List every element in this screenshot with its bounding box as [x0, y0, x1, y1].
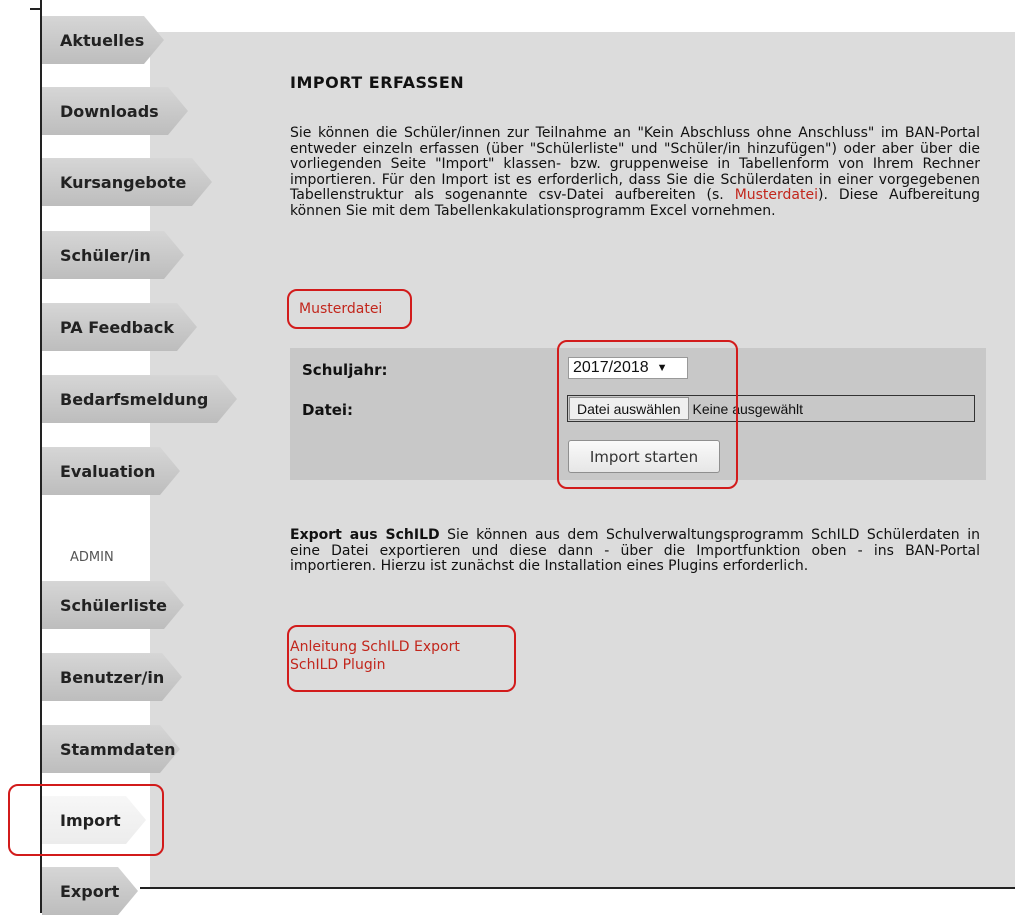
bottom-rule	[140, 887, 1015, 889]
intro-text: Sie können die Schüler/innen zur Teilnah…	[290, 125, 980, 220]
nav-tab-schuelerliste[interactable]: Schülerliste	[42, 581, 184, 629]
nav-tab-bedarfsmeldung[interactable]: Bedarfsmeldung	[42, 375, 237, 423]
dropdown-arrow-icon: ▼	[656, 362, 668, 374]
file-status-text: Keine ausgewählt	[692, 400, 804, 417]
nav-vertical-line	[40, 0, 42, 913]
nav-tab-import[interactable]: Import	[42, 796, 146, 844]
nav-tab-label: Benutzer/in	[60, 667, 165, 687]
nav-tab-label: Kursangebote	[60, 172, 187, 192]
nav-tab-aktuelles[interactable]: Aktuelles	[42, 16, 164, 64]
musterdatei-link[interactable]: Musterdatei	[299, 301, 382, 317]
nav-tab-kursangebote[interactable]: Kursangebote	[42, 158, 212, 206]
nav-tab-stammdaten[interactable]: Stammdaten	[42, 725, 180, 773]
schuljahr-select-value: 2017/2018	[573, 359, 649, 376]
schuljahr-select[interactable]: 2017/2018 ▼	[568, 357, 688, 379]
file-choose-button[interactable]: Datei auswählen	[569, 397, 689, 420]
import-start-button[interactable]: Import starten	[568, 440, 720, 473]
page-title: IMPORT ERFASSEN	[290, 73, 465, 92]
nav-tab-schueler-in[interactable]: Schüler/in	[42, 231, 184, 279]
nav-tab-label: PA Feedback	[60, 317, 175, 337]
nav-tick	[30, 8, 42, 10]
nav-tab-label: Bedarfsmeldung	[60, 389, 209, 409]
nav-tab-label: Evaluation	[60, 461, 156, 481]
intro-musterdatei-link[interactable]: Musterdatei	[735, 187, 818, 204]
admin-heading: ADMIN	[70, 550, 114, 565]
nav-tab-label: Import	[60, 810, 121, 830]
nav-tab-downloads[interactable]: Downloads	[42, 87, 188, 135]
nav-tab-pa-feedback[interactable]: PA Feedback	[42, 303, 197, 351]
nav-tab-label: Schülerliste	[60, 595, 168, 615]
nav-tab-benutzer-in[interactable]: Benutzer/in	[42, 653, 182, 701]
nav-tab-evaluation[interactable]: Evaluation	[42, 447, 180, 495]
export-info-text: Export aus SchILD Sie können aus dem Sch…	[290, 527, 980, 575]
nav-tab-label: Schüler/in	[60, 245, 151, 265]
nav-tab-export[interactable]: Export	[42, 867, 138, 915]
schild-links: Anleitung SchILD Export SchILD Plugin	[290, 638, 460, 674]
datei-file-input[interactable]: Datei auswählen Keine ausgewählt	[567, 395, 975, 422]
export-heading: Export aus SchILD	[290, 527, 440, 543]
nav-tab-label: Export	[60, 881, 120, 901]
nav-tab-label: Downloads	[60, 101, 159, 121]
anleitung-schild-export-link[interactable]: Anleitung SchILD Export	[290, 638, 460, 656]
schuljahr-label: Schuljahr:	[302, 361, 388, 379]
schild-plugin-link[interactable]: SchILD Plugin	[290, 656, 460, 674]
nav-tab-label: Aktuelles	[60, 30, 145, 50]
datei-label: Datei:	[302, 401, 354, 419]
nav-tab-label: Stammdaten	[60, 739, 176, 759]
